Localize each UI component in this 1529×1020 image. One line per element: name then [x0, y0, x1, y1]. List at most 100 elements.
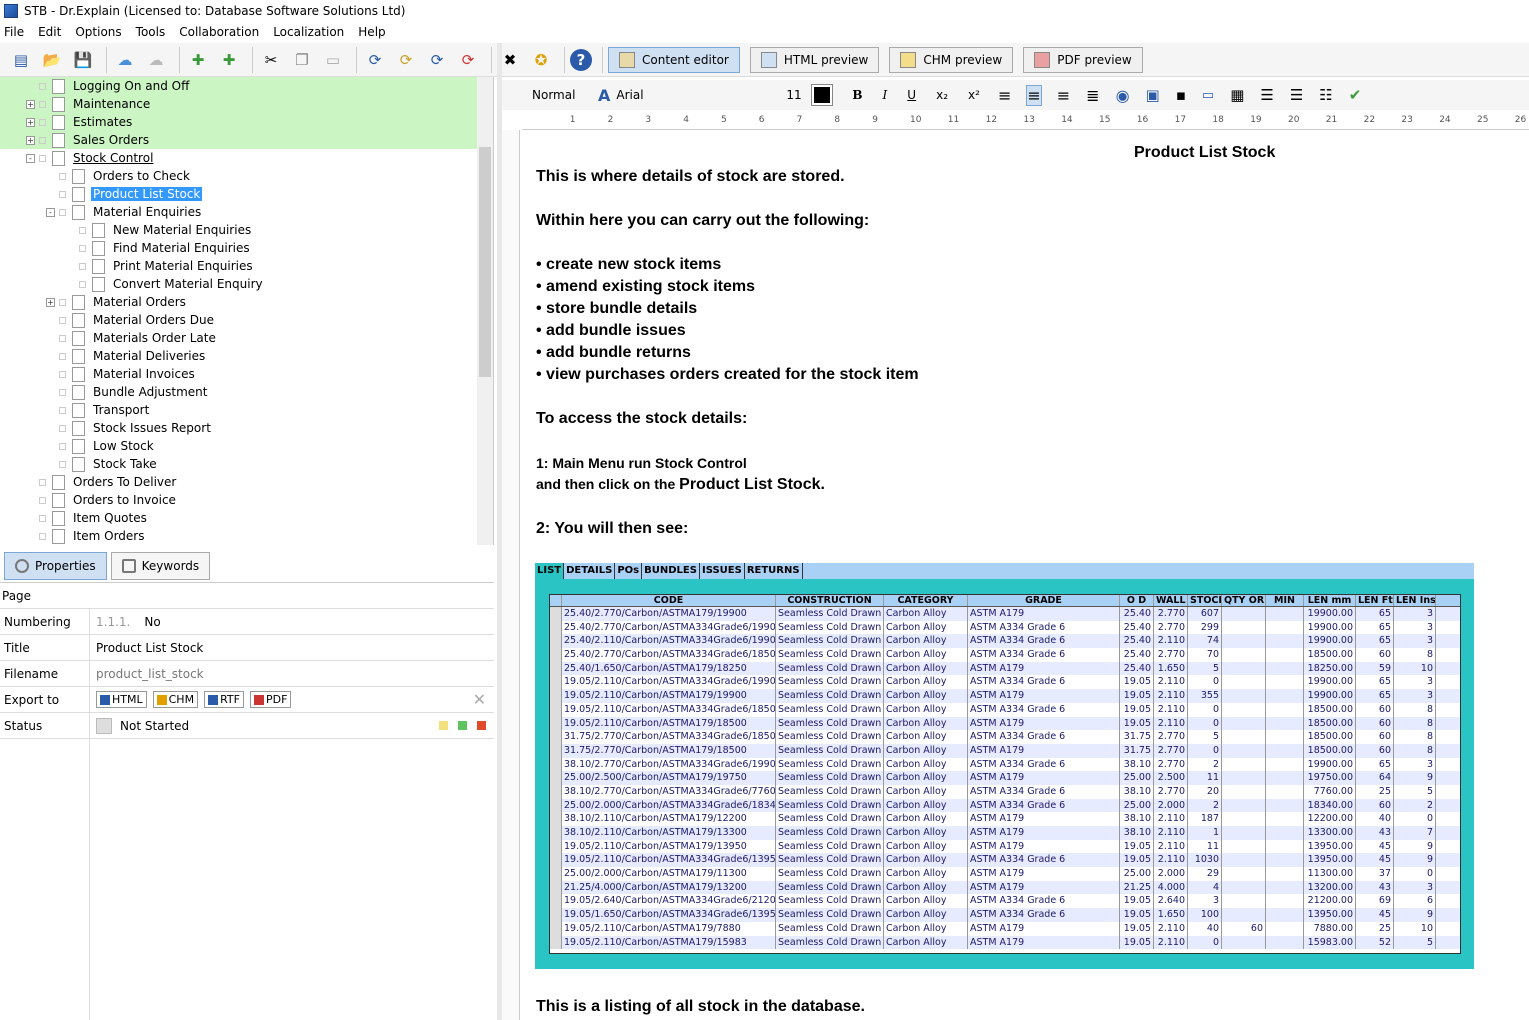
grid-header-cell[interactable]: QTY ORD [1222, 595, 1266, 606]
export-rtf-toggle[interactable]: RTF [204, 691, 244, 708]
status-green-icon[interactable] [458, 721, 467, 730]
menu-tools[interactable]: Tools [136, 25, 166, 39]
grid-header-cell[interactable]: STOCK [1188, 595, 1222, 606]
tree-item[interactable]: Bundle Adjustment [0, 383, 478, 401]
table-row[interactable]: 25.00/2.000/Carbon/ASTMA179/11300 Seamles… [550, 867, 1460, 881]
table-row[interactable]: 19.05/2.110/Carbon/ASTMA179/15983 Seamles… [550, 935, 1460, 950]
table-icon[interactable]: ▦ [1230, 86, 1244, 104]
tab-html-preview[interactable]: HTML preview [749, 46, 880, 73]
tree-item[interactable]: Materials Order Late [0, 329, 478, 347]
save-image-icon[interactable]: ▪ [1176, 86, 1186, 104]
tree-item[interactable]: Logging On and Off [0, 77, 478, 95]
expand-icon[interactable]: + [26, 135, 35, 145]
tree-item[interactable]: Find Material Enquiries [0, 239, 478, 257]
table-row[interactable]: 19.05/1.650/Carbon/ASTMA334Grade6/13950 S… [550, 908, 1460, 922]
table-row[interactable]: 19.05/2.110/Carbon/ASTMA334Grade6/18500 S… [550, 702, 1460, 717]
add-child-icon[interactable]: ✚ [216, 47, 242, 73]
tree-item[interactable]: + Estimates [0, 113, 478, 131]
tab-pdf-preview[interactable]: PDF preview [1023, 46, 1143, 73]
italic-icon[interactable]: I [883, 88, 888, 102]
export-html-toggle[interactable]: HTML [96, 691, 147, 708]
menu-options[interactable]: Options [75, 25, 121, 39]
grid-header-cell[interactable]: CATEGORY [884, 595, 968, 606]
tab-keywords[interactable]: Keywords [110, 551, 211, 580]
numbered-list-icon[interactable]: ☰ [1290, 86, 1303, 104]
justify-icon[interactable]: ≣ [1086, 86, 1099, 105]
table-row[interactable]: 25.40/2.770/Carbon/ASTMA334Grade6/18500 S… [550, 648, 1460, 662]
tab-chm-preview[interactable]: CHM preview [889, 46, 1014, 73]
table-row[interactable]: 25.40/2.770/Carbon/ASTMA179/19900 Seamles… [550, 607, 1460, 621]
table-row[interactable]: 38.10/2.110/Carbon/ASTMA179/13300 Seamles… [550, 826, 1460, 840]
table-row[interactable]: 38.10/2.110/Carbon/ASTMA179/12200 Seamles… [550, 812, 1460, 826]
align-right-icon[interactable]: ≡ [1057, 86, 1070, 105]
tree-item[interactable]: + Sales Orders [0, 131, 478, 149]
cloud-download-icon[interactable]: ☁ [143, 47, 169, 73]
grid-header-cell[interactable]: LEN mm [1304, 595, 1356, 606]
status-value[interactable]: Not Started [120, 719, 189, 733]
table-row[interactable]: 19.05/2.110/Carbon/ASTMA179/19900 Seamles… [550, 689, 1460, 703]
menu-edit[interactable]: Edit [38, 25, 61, 39]
bold-icon[interactable]: B [852, 88, 862, 102]
text-color-icon[interactable] [811, 84, 834, 106]
export-html-icon[interactable]: ⟳ [362, 47, 388, 73]
tree-item[interactable]: Transport [0, 401, 478, 419]
indent-list-icon[interactable]: ☷ [1319, 86, 1332, 104]
export-pdf-icon[interactable]: ⟳ [455, 47, 481, 73]
open-icon[interactable]: 📂 [39, 47, 65, 73]
tree-item[interactable]: Low Stock [0, 437, 478, 455]
grid-header-cell[interactable]: LEN Ins [1394, 595, 1436, 606]
grid-header-cell[interactable]: LEN Ft [1356, 595, 1394, 606]
export-chm-toggle[interactable]: CHM [152, 691, 199, 708]
underline-icon[interactable]: U [907, 88, 916, 102]
menu-localization[interactable]: Localization [273, 25, 344, 39]
tree-scrollbar[interactable] [477, 77, 493, 545]
tree-item[interactable]: Orders To Deliver [0, 473, 478, 491]
expand-icon[interactable]: + [26, 99, 35, 109]
bullet-list-icon[interactable]: ☰ [1260, 86, 1273, 104]
table-row[interactable]: 25.40/2.770/Carbon/ASTMA334Grade6/19900 S… [550, 620, 1460, 635]
align-left-icon[interactable]: ≡ [998, 86, 1011, 105]
add-topic-icon[interactable]: ✚ [185, 47, 211, 73]
tree-item[interactable]: Print Material Enquiries [0, 257, 478, 275]
grid-header-cell[interactable]: CODE [562, 595, 776, 606]
style-select[interactable]: Normal [502, 88, 592, 102]
cut-icon[interactable]: ✂ [258, 47, 284, 73]
project-settings-icon[interactable]: ✪ [528, 47, 554, 73]
save-icon[interactable]: 💾 [70, 47, 96, 73]
expand-icon[interactable]: - [46, 207, 55, 217]
tree-item[interactable]: + Maintenance [0, 95, 478, 113]
tree-item[interactable]: Orders to Check [0, 167, 478, 185]
table-row[interactable]: 19.05/2.110/Carbon/ASTMA334Grade6/19900 S… [550, 675, 1460, 690]
export-pdf-toggle[interactable]: PDF [249, 691, 292, 708]
tab-properties[interactable]: Properties [4, 551, 107, 580]
tree-item[interactable]: + Material Orders [0, 293, 478, 311]
tree-item[interactable]: Orders to Invoice [0, 491, 478, 509]
image-icon[interactable]: ▣ [1146, 86, 1160, 104]
cloud-upload-icon[interactable]: ☁ [112, 47, 138, 73]
table-row[interactable]: 19.05/2.640/Carbon/ASTMA334Grade6/21200 S… [550, 894, 1460, 909]
grid-header-cell[interactable]: MIN [1266, 595, 1304, 606]
tree-item[interactable]: Material Invoices [0, 365, 478, 383]
table-row[interactable]: 25.00/2.500/Carbon/ASTMA179/19750 Seamles… [550, 771, 1460, 785]
tree-item[interactable]: Item Orders [0, 527, 478, 545]
tree-item[interactable]: New Material Enquiries [0, 221, 478, 239]
table-row[interactable]: 31.75/2.770/Carbon/ASTMA334Grade6/18500 S… [550, 730, 1460, 744]
grid-header-cell[interactable]: GRADE [968, 595, 1120, 606]
link-icon[interactable]: ◉ [1116, 86, 1130, 105]
font-size-select[interactable]: 11 [780, 88, 810, 102]
tree-item[interactable]: Material Deliveries [0, 347, 478, 365]
align-center-icon[interactable]: ≡ [1026, 84, 1042, 106]
tab-content-editor[interactable]: Content editor [608, 46, 740, 73]
embedded-screenshot[interactable]: LIST DETAILS POs BUNDLES ISSUES RETURNS … [535, 563, 1474, 969]
menu-help[interactable]: Help [358, 25, 385, 39]
superscript-icon[interactable]: x² [968, 88, 980, 102]
tree-item[interactable]: Stock Take [0, 455, 478, 473]
table-row[interactable]: 21.25/4.000/Carbon/ASTMA179/13200 Seamles… [550, 880, 1460, 895]
tree-item[interactable]: - Stock Control [0, 149, 478, 167]
tree-item[interactable]: Product List Stock [0, 185, 478, 203]
spellcheck-icon[interactable]: ✔ [1349, 86, 1362, 104]
help-icon[interactable]: ? [570, 48, 592, 71]
grid-header-cell[interactable]: WALL [1154, 595, 1188, 606]
tree-item[interactable]: Material Orders Due [0, 311, 478, 329]
table-row[interactable]: 25.40/2.110/Carbon/ASTMA334Grade6/19900 S… [550, 634, 1460, 649]
